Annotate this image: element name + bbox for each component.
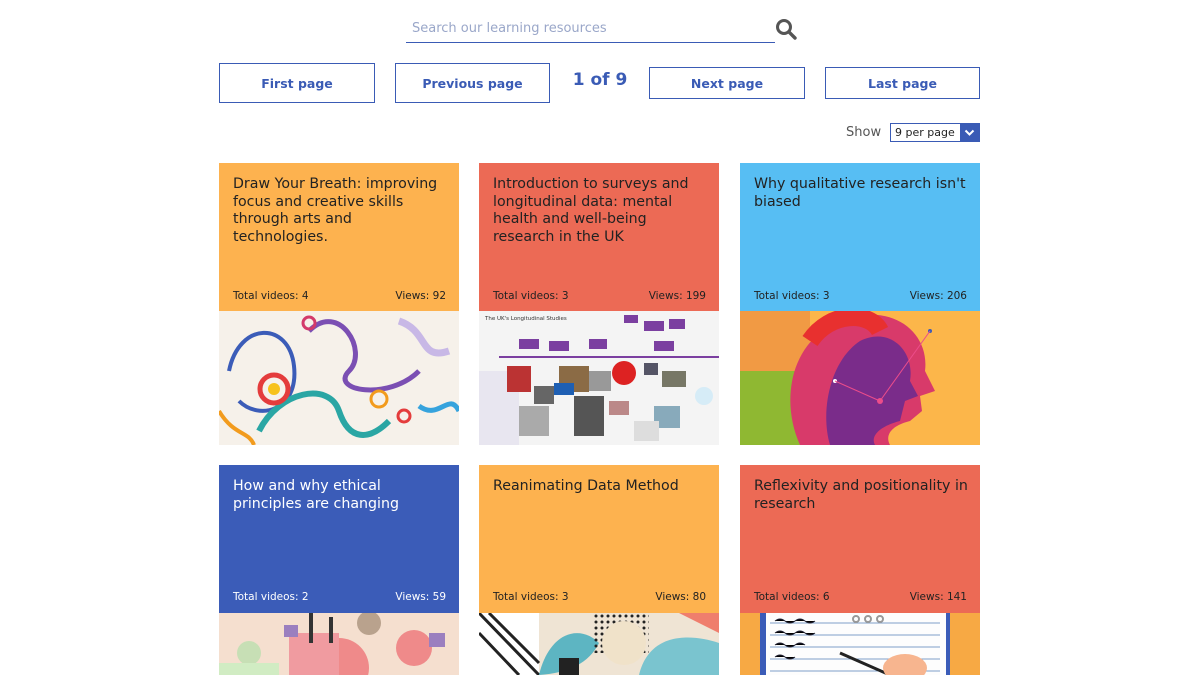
per-page-select[interactable]: 9 per page: [890, 123, 980, 142]
card-thumbnail: [740, 613, 980, 675]
card-title: How and why ethical principles are chang…: [233, 478, 399, 512]
notebook-writing-image: [740, 613, 980, 675]
total-videos: Total videos: 6: [754, 591, 830, 603]
card-meta: Total videos: 3 Views: 206: [754, 290, 967, 302]
show-label: Show: [846, 125, 882, 140]
search-input[interactable]: [406, 16, 778, 40]
page-count: 1 of 9: [572, 70, 628, 90]
total-videos: Total videos: 3: [493, 290, 569, 302]
search-icon: [776, 19, 797, 40]
card-meta: Total videos: 2 Views: 59: [233, 591, 446, 603]
collage-pattern-image: [479, 613, 719, 675]
head-silhouette-image: [740, 311, 980, 445]
dropdown-button[interactable]: [960, 124, 979, 141]
abstract-swirls-image: [219, 311, 459, 445]
resource-card[interactable]: Draw Your Breath: improving focus and cr…: [219, 163, 459, 445]
card-title: Introduction to surveys and longitudinal…: [493, 176, 689, 245]
last-page-button[interactable]: Last page: [825, 67, 980, 99]
card-thumbnail: [219, 613, 459, 675]
card-thumbnail: The UK's Longitudinal Studies: [479, 311, 719, 445]
card-meta: Total videos: 6 Views: 141: [754, 591, 967, 603]
card-meta: Total videos: 3 Views: 80: [493, 591, 706, 603]
view-count: Views: 80: [655, 591, 706, 603]
timeline-collage-image: [479, 315, 719, 445]
total-videos: Total videos: 3: [493, 591, 569, 603]
view-count: Views: 199: [648, 290, 706, 302]
card-title: Reflexivity and positionality in researc…: [754, 478, 968, 512]
gears-puzzle-image: [219, 613, 459, 675]
resource-card[interactable]: How and why ethical principles are chang…: [219, 465, 459, 675]
previous-page-button[interactable]: Previous page: [395, 63, 550, 103]
card-meta: Total videos: 4 Views: 92: [233, 290, 446, 302]
card-title: Why qualitative research isn't biased: [754, 176, 966, 210]
view-count: Views: 141: [909, 591, 967, 603]
resource-card[interactable]: Introduction to surveys and longitudinal…: [479, 163, 719, 445]
total-videos: Total videos: 4: [233, 290, 309, 302]
view-count: Views: 206: [909, 290, 967, 302]
total-videos: Total videos: 3: [754, 290, 830, 302]
card-meta: Total videos: 3 Views: 199: [493, 290, 706, 302]
card-title: Reanimating Data Method: [493, 478, 679, 494]
resource-card[interactable]: Reflexivity and positionality in researc…: [740, 465, 980, 675]
view-count: Views: 92: [395, 290, 446, 302]
resource-card[interactable]: Why qualitative research isn't biased To…: [740, 163, 980, 445]
card-thumbnail: [219, 311, 459, 445]
next-page-button[interactable]: Next page: [649, 67, 805, 99]
first-page-button[interactable]: First page: [219, 63, 375, 103]
per-page-value: 9 per page: [895, 126, 955, 139]
card-thumbnail: [740, 311, 980, 445]
card-title: Draw Your Breath: improving focus and cr…: [233, 176, 438, 245]
card-thumbnail: [479, 613, 719, 675]
resource-card[interactable]: Reanimating Data Method Total videos: 3 …: [479, 465, 719, 675]
search-button[interactable]: [775, 18, 797, 40]
search-bar: [406, 16, 778, 43]
view-count: Views: 59: [395, 591, 446, 603]
total-videos: Total videos: 2: [233, 591, 309, 603]
chevron-down-icon: [964, 129, 975, 136]
